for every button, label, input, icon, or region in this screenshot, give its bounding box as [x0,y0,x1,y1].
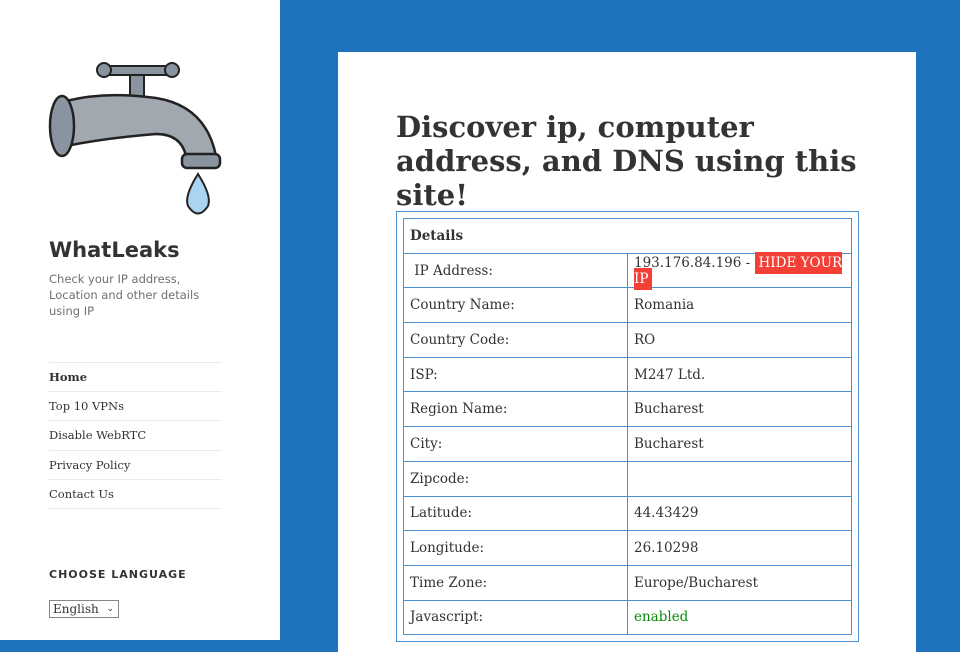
row-value: 193.176.84.196 - HIDE YOUR IP [627,251,852,290]
row-value: RO [627,322,852,358]
row-label: Longitude: [403,530,628,566]
row-value: Romania [627,287,852,324]
main-nav: Home Top 10 VPNs Disable WebRTC Privacy … [49,362,222,509]
row-label: Country Code: [403,322,628,358]
content-card: Discover ip, computer address, and DNS u… [338,52,916,652]
row-label: Latitude: [403,495,628,532]
row-value: 44.43429 [627,495,852,532]
row-label: Javascript: [403,599,628,636]
nav-contact-us[interactable]: Contact Us [49,480,222,509]
table-row: Country Code: RO [403,322,852,358]
site-tagline: Check your IP address, Location and othe… [49,272,200,318]
nav-home[interactable]: Home [49,363,222,393]
row-label: Country Name: [403,287,628,324]
details-table: Details IP Address: 193.176.84.196 - HIDE… [396,211,859,643]
language-select[interactable]: English ⌄ [49,600,119,618]
row-value: Europe/Bucharest [627,564,852,601]
table-row: City: Bucharest [403,426,852,462]
table-row: Time Zone: Europe/Bucharest [403,564,852,601]
row-value: 26.10298 [627,530,852,566]
table-row: Region Name: Bucharest [403,391,852,428]
table-row: Longitude: 26.10298 [403,530,852,566]
table-row: Javascript: enabled [403,599,852,636]
nav-top-10-vpns[interactable]: Top 10 VPNs [49,392,222,422]
table-row: Zipcode: [403,460,852,497]
table-row: ISP: M247 Ltd. [403,356,852,393]
table-row: IP Address: 193.176.84.196 - HIDE YOUR IP [403,251,852,290]
site-title[interactable]: WhatLeaks [49,238,180,262]
row-label: Time Zone: [403,564,628,601]
row-value [627,460,852,497]
sidebar: WhatLeaks Check your IP address, Locatio… [0,0,280,640]
row-label: IP Address: [403,252,628,289]
nav-privacy-policy[interactable]: Privacy Policy [49,451,222,480]
row-value: enabled [627,599,852,636]
row-value: Bucharest [627,426,852,462]
choose-language-heading: CHOOSE LANGUAGE [49,568,187,581]
chevron-down-icon: ⌄ [106,604,114,614]
row-value: Bucharest [627,391,852,428]
row-label: ISP: [403,356,628,393]
row-label: Region Name: [403,391,628,428]
table-row: Latitude: 44.43429 [403,495,852,532]
row-value: M247 Ltd. [627,356,852,393]
row-label: Zipcode: [403,460,628,497]
page-title: Discover ip, computer address, and DNS u… [396,110,857,212]
faucet-logo-icon[interactable] [46,56,226,221]
language-selected: English [53,602,99,616]
table-row: Country Name: Romania [403,287,852,324]
row-label: City: [403,426,628,462]
nav-disable-webrtc[interactable]: Disable WebRTC [49,421,222,451]
table-header: Details [403,218,852,254]
